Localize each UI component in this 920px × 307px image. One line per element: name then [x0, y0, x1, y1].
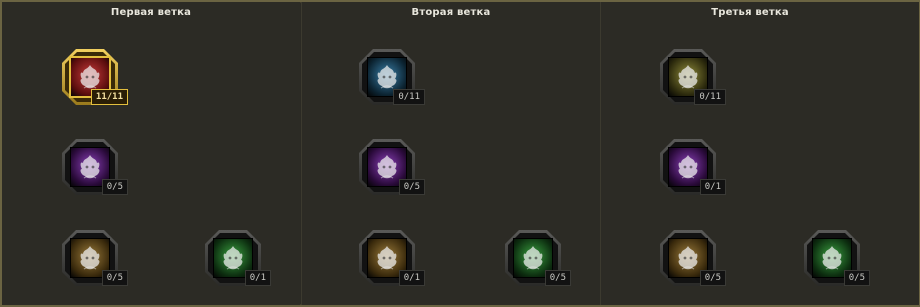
skill-level-counter: 0/5	[699, 270, 726, 286]
skill-level-counter: 0/11	[694, 89, 726, 105]
branch-title: Первая ветка	[110, 7, 192, 18]
talent-tree-window: Первая ветка 11/11 0/5 0/5 0/1 Вторая ве…	[0, 0, 920, 307]
skill-node[interactable]: 0/1	[205, 230, 271, 286]
skill-node[interactable]: 11/11	[62, 49, 128, 105]
skill-level-counter: 0/5	[544, 270, 571, 286]
skill-level-counter: 0/1	[398, 270, 425, 286]
skill-node[interactable]: 0/5	[804, 230, 870, 286]
skill-level-counter: 11/11	[90, 89, 128, 105]
skill-level-counter: 0/11	[393, 89, 425, 105]
branch-title: Вторая ветка	[411, 7, 491, 18]
skill-node[interactable]: 0/5	[62, 139, 128, 195]
skill-level-counter: 0/1	[244, 270, 271, 286]
branch-panel-3: Третья ветка 0/11 0/1 0/5 0/5	[600, 2, 919, 305]
skill-node[interactable]: 0/11	[660, 49, 726, 105]
skill-node[interactable]: 0/1	[359, 230, 425, 286]
skill-level-counter: 0/5	[398, 179, 425, 195]
skill-node[interactable]: 0/11	[359, 49, 425, 105]
skill-node[interactable]: 0/5	[62, 230, 128, 286]
skill-level-counter: 0/5	[843, 270, 870, 286]
branch-panel-1: Первая ветка 11/11 0/5 0/5 0/1	[2, 2, 300, 305]
skill-level-counter: 0/5	[101, 270, 128, 286]
branch-title: Третья ветка	[711, 7, 789, 18]
branch-panel-2: Вторая ветка 0/11 0/5 0/1 0/5	[301, 2, 600, 305]
skill-node[interactable]: 0/5	[505, 230, 571, 286]
skill-level-counter: 0/5	[101, 179, 128, 195]
skill-node[interactable]: 0/1	[660, 139, 726, 195]
skill-level-counter: 0/1	[699, 179, 726, 195]
skill-node[interactable]: 0/5	[359, 139, 425, 195]
skill-node[interactable]: 0/5	[660, 230, 726, 286]
